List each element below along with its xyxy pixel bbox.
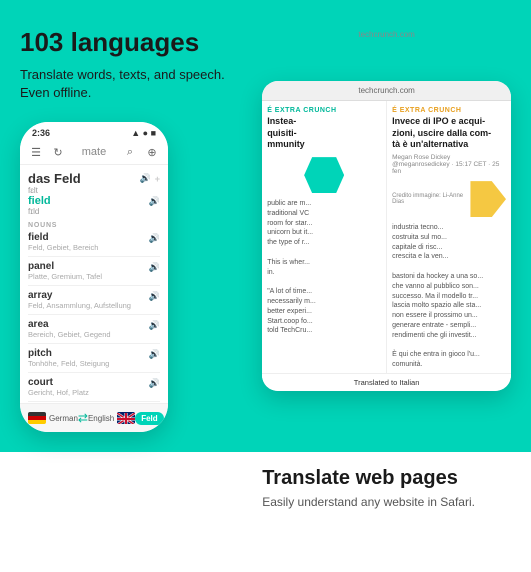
url-bar[interactable]: techcrunch.com	[262, 81, 511, 101]
noun-word: pitch	[28, 348, 109, 359]
input-area: Feld ↑	[135, 409, 168, 427]
article-body-2: industria tecno... costruita sul mo... c…	[392, 223, 506, 370]
add-icon[interactable]: +	[155, 174, 160, 184]
noun-alt: Platte, Gremium, Tafel	[28, 272, 102, 281]
article-author: Megan Rose Dickey@meganrosedickey · 15:1…	[392, 154, 506, 175]
word-source-phonetic: fɛlt	[28, 186, 160, 195]
article-body-1: public are m... traditional VC room for …	[267, 199, 381, 336]
article-image-2: Credito immagine: Li-Anne Dias	[392, 179, 506, 219]
noun-entry-area: area Bereich, Gebiet, Gegend 🔊	[28, 319, 160, 344]
article-col-2: É Extra Crunch Invece di IPO e acqui-zio…	[387, 101, 511, 387]
browser-content: É Extra Crunch Instea-quisiti-mmunity pu…	[262, 101, 511, 387]
lang-from-label: German	[49, 414, 78, 423]
article-thumb-green	[304, 157, 344, 193]
bottom-section: Translate web pages Easily understand an…	[0, 452, 531, 572]
article-title-2: Invece di IPO e acqui-zioni, uscire dall…	[392, 116, 506, 151]
speaker-source-icon[interactable]: 🔊	[140, 173, 151, 184]
settings-icon[interactable]: ⊕	[144, 144, 160, 160]
speaker-translation-icon[interactable]: 🔊	[149, 196, 160, 207]
article-tag-1: É Extra Crunch	[267, 107, 381, 114]
language-to: English	[88, 412, 135, 424]
article-tag-2: É Extra Crunch	[392, 107, 506, 114]
phone-mockup: 2:36 ▲ ● ■ ☰ ↻ mate ⌕ ⊕ das Feld 🔊	[20, 122, 168, 432]
speaker-icon[interactable]: 🔊	[149, 291, 160, 302]
hero-subtitle: Translate words, texts, and speech. Even…	[20, 66, 246, 102]
phone-content: das Feld 🔊 + fɛlt field 🔊 fɪld NOUNS	[20, 165, 168, 403]
word-entry-main: das Feld 🔊 + fɛlt field 🔊 fɪld	[28, 171, 160, 216]
search-icon[interactable]: ⌕	[122, 144, 138, 160]
phone-status-bar: 2:36 ▲ ● ■	[20, 122, 168, 140]
bottom-right: Translate web pages Easily understand an…	[262, 466, 511, 511]
noun-alt: Bereich, Gebiet, Gegend	[28, 330, 111, 339]
section-desc: Easily understand any website in Safari.	[262, 494, 511, 511]
speaker-icon[interactable]: 🔊	[149, 349, 160, 360]
noun-word: field	[28, 232, 98, 243]
hero-title: 103 languages	[20, 28, 246, 58]
top-section: 103 languages Translate words, texts, an…	[0, 0, 531, 452]
search-bar[interactable]: mate	[72, 146, 116, 158]
nouns-label: NOUNS	[28, 222, 160, 229]
section-title: Translate web pages	[262, 466, 511, 490]
left-panel: 103 languages Translate words, texts, an…	[20, 28, 246, 432]
flag-uk	[117, 412, 135, 424]
flag-german	[28, 412, 46, 424]
lang-to-label: English	[88, 414, 114, 423]
article-title-1: Instea-quisiti-mmunity	[267, 116, 381, 151]
article-col-1: É Extra Crunch Instea-quisiti-mmunity pu…	[262, 101, 387, 387]
noun-word: array	[28, 290, 131, 301]
noun-alt: Tonhöhe, Feld, Steigung	[28, 359, 109, 368]
noun-entry-court: court Gericht, Hof, Platz 🔊	[28, 377, 160, 402]
noun-alt: Feld, Ansammlung, Aufstellung	[28, 301, 131, 310]
noun-entry-pitch: pitch Tonhöhe, Feld, Steigung 🔊	[28, 348, 160, 373]
speaker-icon[interactable]: 🔊	[149, 262, 160, 273]
noun-word: area	[28, 319, 111, 330]
go-button[interactable]: ↑	[167, 409, 168, 427]
input-text[interactable]: Feld	[135, 412, 163, 425]
techcrunch-badge: techcrunch.com	[262, 28, 511, 41]
word-translation-phonetic: fɪld	[28, 207, 160, 216]
article-thumb-yellow	[470, 181, 506, 217]
menu-icon[interactable]: ☰	[28, 144, 44, 160]
noun-entry-array: array Feld, Ansammlung, Aufstellung 🔊	[28, 290, 160, 315]
language-from: German	[28, 412, 78, 424]
status-time: 2:36	[32, 128, 50, 138]
noun-word: panel	[28, 261, 102, 272]
status-icons: ▲ ● ■	[131, 128, 156, 138]
image-caption: Credito immagine: Li-Anne Dias	[392, 193, 467, 205]
browser-mockup: techcrunch.com É Extra Crunch Instea-qui…	[262, 81, 511, 391]
speaker-icon[interactable]: 🔊	[149, 378, 160, 389]
word-translation-row: field 🔊	[28, 195, 160, 207]
word-source: das Feld	[28, 171, 81, 186]
swap-languages-icon[interactable]: ⇄	[78, 411, 88, 425]
translation-banner: Translated to Italian	[262, 373, 511, 391]
right-panel: techcrunch.com techcrunch.com É Extra Cr…	[262, 28, 511, 432]
noun-alt: Feld, Gebiet, Bereich	[28, 243, 98, 252]
article-image-1	[267, 155, 381, 195]
speaker-icon[interactable]: 🔊	[149, 320, 160, 331]
noun-word: court	[28, 377, 89, 388]
word-translation: field	[28, 195, 51, 207]
phone-toolbar: ☰ ↻ mate ⌕ ⊕	[20, 140, 168, 165]
phone-bottom-bar: German ⇄ English	[20, 403, 168, 432]
noun-entry-field: field Feld, Gebiet, Bereich 🔊	[28, 232, 160, 257]
refresh-icon[interactable]: ↻	[50, 144, 66, 160]
noun-alt: Gericht, Hof, Platz	[28, 388, 89, 397]
speaker-icon[interactable]: 🔊	[149, 233, 160, 244]
noun-entry-panel: panel Platte, Gremium, Tafel 🔊	[28, 261, 160, 286]
word-source-row: das Feld 🔊 +	[28, 171, 160, 186]
